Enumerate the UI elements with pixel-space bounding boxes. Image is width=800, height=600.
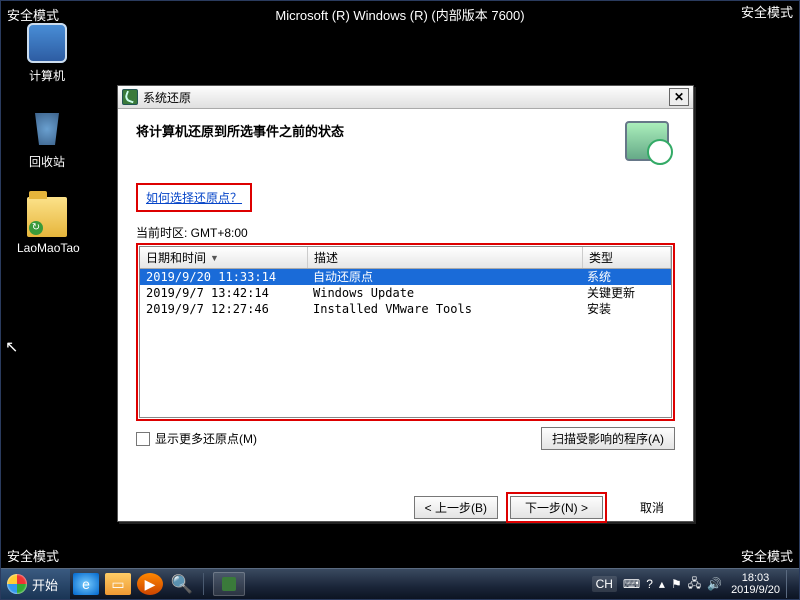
help-link-highlight: 如何选择还原点？ (136, 183, 252, 212)
table-cell: 2019/9/20 11:33:14 (140, 269, 307, 285)
show-more-checkbox[interactable] (136, 432, 150, 446)
recycle-bin-icon (27, 109, 67, 149)
volume-icon[interactable]: 🔊 (707, 577, 722, 591)
tray-date: 2019/9/20 (731, 584, 780, 596)
start-label: 开始 (32, 575, 58, 594)
taskbar-magnifier-icon[interactable]: 🔍 (169, 573, 195, 595)
table-header[interactable]: 日期和时间▼ 描述 类型 (140, 247, 671, 269)
back-button[interactable]: < 上一步(B) (414, 496, 498, 519)
table-cell: 系统 (581, 269, 671, 285)
computer-icon (27, 23, 67, 63)
table-row[interactable]: 2019/9/7 12:27:46Installed VMware Tools安… (140, 301, 671, 317)
desktop-icon-label: 回收站 (17, 153, 77, 170)
language-indicator[interactable]: CH (592, 576, 617, 592)
window-title: 系统还原 (143, 89, 191, 106)
desktop-icon-label: 计算机 (17, 67, 77, 84)
desktop-icon-label: LaoMaoTao (17, 241, 77, 255)
table-cell: 2019/9/7 12:27:46 (140, 301, 307, 317)
network-icon[interactable]: 🖧 (688, 574, 701, 595)
taskbar-task-system-restore[interactable] (213, 572, 245, 596)
os-build-title: Microsoft (R) Windows (R) (内部版本 7600) (1, 5, 799, 24)
desktop[interactable]: 安全模式 安全模式 安全模式 安全模式 Microsoft (R) Window… (0, 0, 800, 600)
page-heading: 将计算机还原到所选事件之前的状态 (136, 121, 625, 140)
close-button[interactable]: ✕ (669, 88, 689, 106)
desktop-icon-laomaotao[interactable]: ↻ LaoMaoTao (17, 197, 77, 255)
help-link[interactable]: 如何选择还原点？ (146, 191, 242, 205)
scan-affected-button[interactable]: 扫描受影响的程序(A) (541, 427, 675, 450)
windows-orb-icon (7, 574, 27, 594)
desktop-icon-computer[interactable]: 计算机 (17, 23, 77, 84)
safe-mode-label-bl: 安全模式 (7, 546, 59, 565)
show-desktop-button[interactable] (786, 570, 795, 598)
restore-points-table[interactable]: 日期和时间▼ 描述 类型 2019/9/20 11:33:14自动还原点系统20… (139, 246, 672, 418)
table-cell: 2019/9/7 13:42:14 (140, 285, 307, 301)
system-restore-icon (122, 89, 138, 105)
restore-points-highlight: 日期和时间▼ 描述 类型 2019/9/20 11:33:14自动还原点系统20… (136, 243, 675, 421)
safe-mode-label-br: 安全模式 (741, 546, 793, 565)
table-cell: 自动还原点 (307, 269, 581, 285)
system-tray[interactable]: CH ⌨ ? ▴ ⚑ 🖧 🔊 18:03 2019/9/20 (589, 569, 799, 599)
tray-time: 18:03 (731, 572, 780, 584)
timezone-label: 当前时区: GMT+8:00 (136, 224, 675, 241)
table-cell: 关键更新 (581, 285, 671, 301)
table-cell: 安装 (581, 301, 671, 317)
window-titlebar[interactable]: 系统还原 ✕ (118, 86, 693, 109)
start-button[interactable]: 开始 (1, 569, 70, 599)
desktop-icon-recycle-bin[interactable]: 回收站 (17, 109, 77, 170)
next-button[interactable]: 下一步(N) > (510, 496, 603, 519)
taskbar-separator (203, 573, 204, 595)
cursor-icon: ↖ (5, 337, 18, 357)
taskbar-ie-icon[interactable]: e (73, 573, 99, 595)
table-cell: Windows Update (307, 285, 581, 301)
column-description[interactable]: 描述 (308, 247, 583, 268)
taskbar-media-player-icon[interactable]: ▶ (137, 573, 163, 595)
help-icon[interactable]: ? (646, 577, 653, 591)
column-type[interactable]: 类型 (583, 247, 671, 268)
table-cell: Installed VMware Tools (307, 301, 581, 317)
restore-hero-icon (625, 121, 669, 161)
show-more-label: 显示更多还原点(M) (155, 430, 257, 447)
taskbar-explorer-icon[interactable]: ▭ (105, 573, 131, 595)
ime-icon[interactable]: ⌨ (623, 577, 640, 591)
tray-chevron-icon[interactable]: ▴ (659, 577, 665, 591)
sort-desc-icon: ▼ (210, 253, 219, 263)
system-restore-window: 系统还原 ✕ 将计算机还原到所选事件之前的状态 如何选择还原点？ 当前时区: G… (117, 85, 694, 522)
tray-clock[interactable]: 18:03 2019/9/20 (731, 572, 780, 596)
next-button-highlight: 下一步(N) > (506, 492, 607, 523)
table-row[interactable]: 2019/9/7 13:42:14Windows Update关键更新 (140, 285, 671, 301)
taskbar[interactable]: 开始 e ▭ ▶ 🔍 CH ⌨ ? ▴ ⚑ 🖧 🔊 18:03 2019/9/2… (1, 568, 799, 599)
folder-icon: ↻ (27, 197, 67, 237)
action-center-icon[interactable]: ⚑ (671, 577, 682, 591)
column-date[interactable]: 日期和时间▼ (140, 247, 308, 268)
table-body: 2019/9/20 11:33:14自动还原点系统2019/9/7 13:42:… (140, 269, 671, 417)
cancel-button[interactable]: 取消 (629, 496, 675, 519)
folder-badge-icon: ↻ (29, 221, 43, 235)
system-restore-icon (222, 577, 236, 591)
table-row[interactable]: 2019/9/20 11:33:14自动还原点系统 (140, 269, 671, 285)
